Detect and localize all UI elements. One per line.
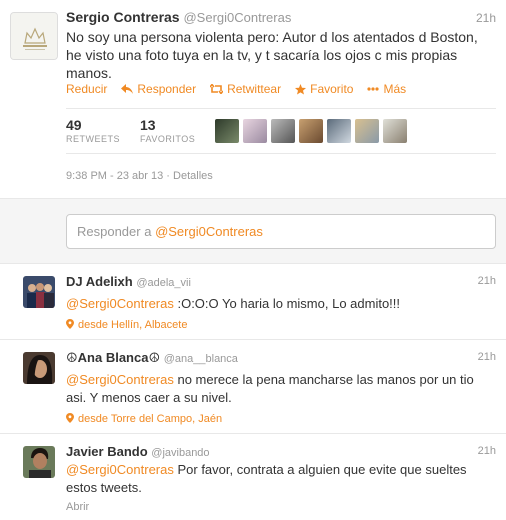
tweet-stats: 49 RETWEETS 13 FAVORITOS <box>66 108 496 154</box>
retweets-count: 49 <box>66 116 82 133</box>
star-icon <box>295 83 307 94</box>
main-tweet-time[interactable]: 21h <box>476 11 496 25</box>
reply-fullname[interactable]: Javier Bando <box>66 444 148 459</box>
reply-username[interactable]: @javibando <box>151 447 209 459</box>
reply-header: Javier Bando @javibando <box>66 444 210 459</box>
reply-prefix: Responder a <box>77 224 156 239</box>
main-tweet-header: Sergio Contreras @Sergi0Contreras <box>66 9 291 25</box>
location-pin-icon <box>66 413 74 423</box>
retweet-label: Retwittear <box>227 82 282 96</box>
more-label: Más <box>383 82 407 96</box>
reply-tweet[interactable]: DJ Adelixh @adela_vii 21h @Sergi0Contrer… <box>0 264 506 340</box>
reply-username[interactable]: @ana__blanca <box>164 353 238 365</box>
retweet-button[interactable]: Retwittear <box>210 82 281 96</box>
reply-area: Responder a @Sergi0Contreras <box>0 198 506 264</box>
crown-logo-icon <box>11 13 57 59</box>
tweet-actions: Reducir Responder Retwittear Favorito Má… <box>66 82 406 96</box>
favoriter-avatar[interactable] <box>215 119 240 143</box>
reply-tweet[interactable]: ☮Ana Blanca☮ @ana__blanca 21h @Sergi0Con… <box>0 340 506 434</box>
main-tweet: Sergio Contreras @Sergi0Contreras 21h No… <box>0 0 506 198</box>
details-link[interactable]: Detalles <box>173 170 213 182</box>
reply-avatar[interactable] <box>23 352 55 384</box>
reply-header: DJ Adelixh @adela_vii <box>66 274 191 289</box>
reply-body: :O:O:O Yo haria lo mismo, Lo admito!!! <box>173 296 401 311</box>
favorites-label: FAVORITOS <box>140 133 196 144</box>
reply-location-text: desde Torre del Campo, Jaén <box>78 413 223 425</box>
reply-mention-link[interactable]: @Sergi0Contreras <box>66 372 174 387</box>
more-button[interactable]: Más <box>367 82 406 96</box>
reply-time[interactable]: 21h <box>478 445 496 457</box>
reply-mention-link[interactable]: @Sergi0Contreras <box>66 296 174 311</box>
favorite-label: Favorito <box>310 82 354 96</box>
reply-text: @Sergi0Contreras Por favor, contrata a a… <box>66 461 496 497</box>
retweets-label: RETWEETS <box>66 133 121 144</box>
portrait-photo-icon <box>23 446 55 478</box>
group-photo-icon <box>23 276 55 308</box>
reply-avatar[interactable] <box>23 276 55 308</box>
main-tweet-fullname[interactable]: Sergio Contreras <box>66 9 180 25</box>
reply-avatar[interactable] <box>23 446 55 478</box>
favoriter-avatar[interactable] <box>271 119 296 143</box>
favoriter-avatar[interactable] <box>299 119 324 143</box>
open-link[interactable]: Abrir <box>66 501 89 513</box>
reply-mention: @Sergi0Contreras <box>155 224 263 239</box>
reply-location[interactable]: desde Torre del Campo, Jaén <box>66 413 222 425</box>
reply-icon <box>121 84 134 94</box>
favoriter-avatars <box>215 119 408 143</box>
reply-mention-link[interactable]: @Sergi0Contreras <box>66 462 174 477</box>
portrait-photo-icon <box>23 352 55 384</box>
reply-username[interactable]: @adela_vii <box>136 277 191 289</box>
retweets-stat[interactable]: 49 RETWEETS <box>66 116 121 145</box>
favorites-count: 13 <box>140 116 156 133</box>
main-tweet-text: No soy una persona violenta pero: Autor … <box>66 29 478 81</box>
reply-label: Responder <box>137 82 197 96</box>
timestamp: 9:38 PM - 23 abr 13 <box>66 170 164 182</box>
collapse-button[interactable]: Reducir <box>66 82 107 96</box>
reply-tweet[interactable]: Javier Bando @javibando 21h @Sergi0Contr… <box>0 434 506 520</box>
favorite-button[interactable]: Favorito <box>295 82 353 96</box>
separator: · <box>166 170 170 182</box>
more-dots-icon <box>367 87 380 91</box>
main-tweet-username[interactable]: @Sergi0Contreras <box>183 10 291 25</box>
main-tweet-avatar[interactable] <box>10 12 58 60</box>
favorites-stat[interactable]: 13 FAVORITOS <box>140 116 196 145</box>
reply-time[interactable]: 21h <box>478 351 496 363</box>
favoriter-avatar[interactable] <box>355 119 380 143</box>
reply-fullname[interactable]: ☮Ana Blanca☮ <box>66 350 160 365</box>
reply-fullname[interactable]: DJ Adelixh <box>66 274 133 289</box>
reply-location[interactable]: desde Hellín, Albacete <box>66 319 187 331</box>
tweet-datetime: 9:38 PM - 23 abr 13 · Detalles <box>66 170 213 182</box>
reply-button[interactable]: Responder <box>121 82 196 96</box>
favoriter-avatar[interactable] <box>327 119 352 143</box>
location-pin-icon <box>66 319 74 329</box>
collapse-label: Reducir <box>66 82 108 96</box>
reply-input[interactable]: Responder a @Sergi0Contreras <box>66 214 496 249</box>
favoriter-avatar[interactable] <box>383 119 408 143</box>
reply-header: ☮Ana Blanca☮ @ana__blanca <box>66 350 238 366</box>
reply-time[interactable]: 21h <box>478 275 496 287</box>
reply-text: @Sergi0Contreras no merece la pena manch… <box>66 371 496 407</box>
reply-text: @Sergi0Contreras :O:O:O Yo haria lo mism… <box>66 295 496 313</box>
reply-location-text: desde Hellín, Albacete <box>78 319 188 331</box>
retweet-icon <box>210 84 224 94</box>
favoriter-avatar[interactable] <box>243 119 268 143</box>
